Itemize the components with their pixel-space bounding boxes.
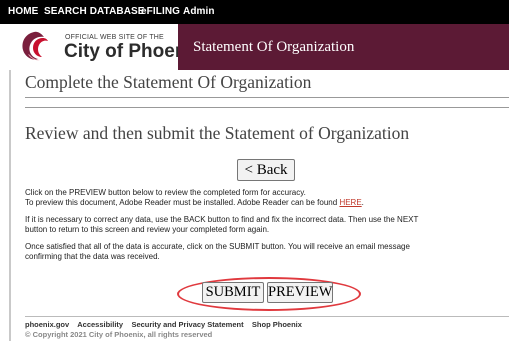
instruction-line: Click on the PREVIEW button below to rev… [25, 188, 306, 197]
instruction-line: button to return to this screen and revi… [25, 225, 270, 234]
nav-admin[interactable]: Admin [183, 6, 215, 17]
instruction-line: To preview this document, Adobe Reader m… [25, 198, 509, 208]
page-title: Complete the Statement Of Organization [25, 72, 312, 92]
footer-links: phoenix.gov Accessibility Security and P… [25, 320, 302, 329]
banner-title: Statement Of Organization [193, 39, 355, 55]
phoenix-bird-icon [22, 31, 48, 61]
top-navigation-bar: HOME SEARCH DATABASE eFILING Admin [0, 0, 509, 24]
back-button[interactable]: < Back [237, 159, 295, 181]
submit-button[interactable]: SUBMIT [202, 282, 264, 303]
instruction-text: . [361, 198, 364, 207]
footer-divider [25, 316, 509, 317]
banner-title-bar: Statement Of Organization [178, 24, 509, 70]
nav-efiling[interactable]: eFILING [141, 6, 180, 17]
left-border [9, 70, 11, 341]
adobe-reader-link[interactable]: HERE [339, 198, 361, 207]
instruction-line: confirming that the data was received. [25, 252, 160, 261]
footer-link-accessibility[interactable]: Accessibility [77, 320, 123, 329]
correction-instructions: If it is necessary to correct any data, … [25, 215, 509, 235]
instruction-text: To preview this document, Adobe Reader m… [25, 198, 338, 207]
preview-button[interactable]: PREVIEW [267, 282, 333, 303]
copyright: © Copyright 2021 City of Phoenix, all ri… [25, 330, 213, 339]
preview-instructions: Click on the PREVIEW button below to rev… [25, 188, 509, 208]
divider [25, 107, 509, 108]
footer-link-phoenix-gov[interactable]: phoenix.gov [25, 320, 69, 329]
nav-search-database[interactable]: SEARCH DATABASE [44, 6, 145, 17]
logo-tagline: OFFICIAL WEB SITE OF THE [65, 34, 164, 41]
divider [25, 97, 509, 98]
footer-link-security[interactable]: Security and Privacy Statement [131, 320, 243, 329]
section-heading: Review and then submit the Statement of … [25, 123, 410, 143]
submit-instructions: Once satisfied that all of the data is a… [25, 242, 509, 262]
nav-home[interactable]: HOME [8, 6, 38, 17]
instruction-line: If it is necessary to correct any data, … [25, 215, 419, 224]
instruction-line: Once satisfied that all of the data is a… [25, 242, 410, 251]
footer-link-shop[interactable]: Shop Phoenix [252, 320, 302, 329]
